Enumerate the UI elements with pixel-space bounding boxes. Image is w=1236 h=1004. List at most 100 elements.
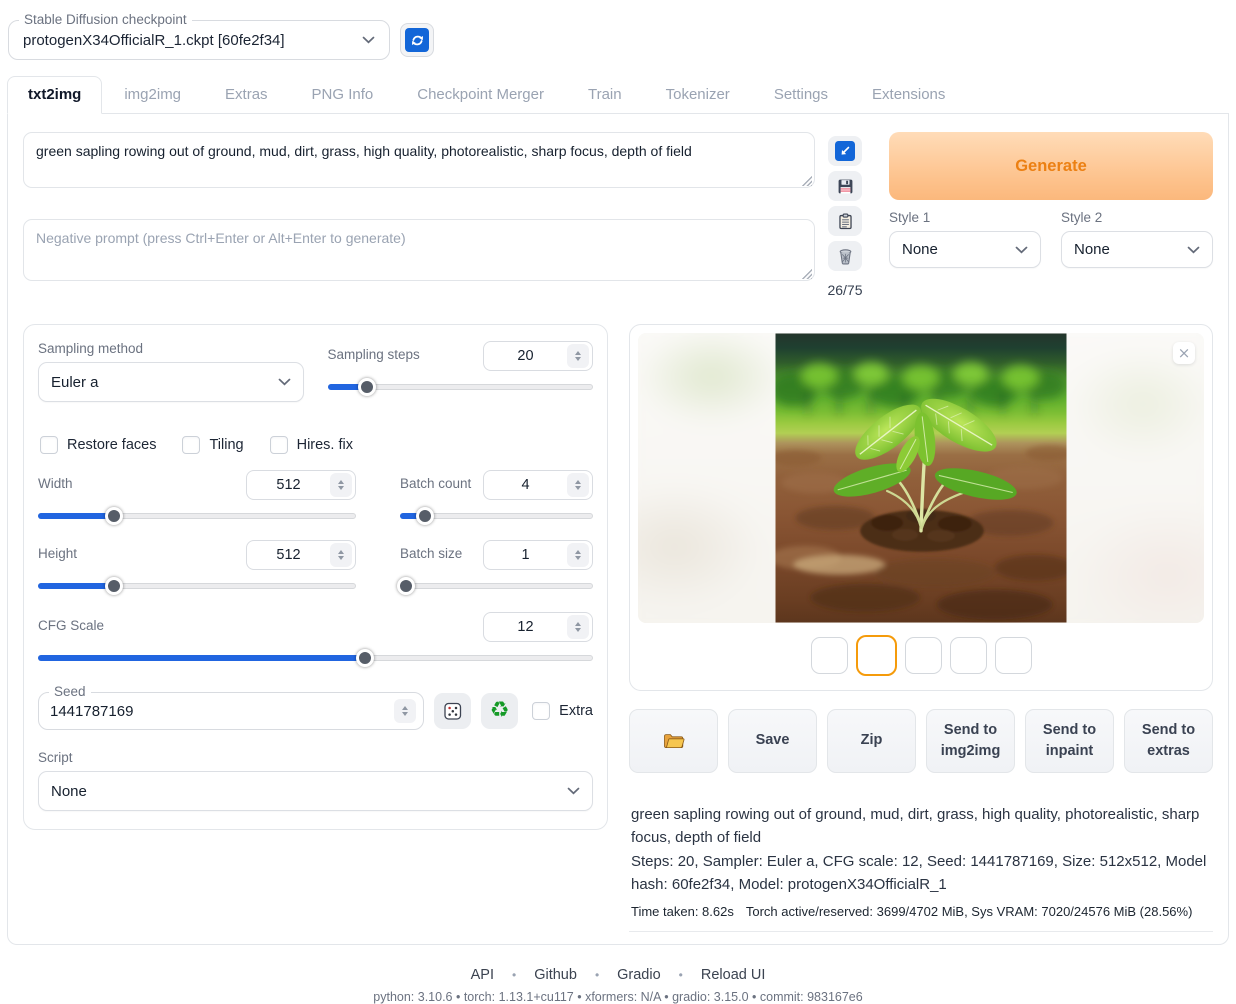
width-input[interactable]	[246, 470, 356, 500]
height-input[interactable]	[246, 540, 356, 570]
refresh-checkpoint-button[interactable]	[400, 23, 434, 57]
width-slider[interactable]	[38, 506, 356, 526]
tab-extensions[interactable]: Extensions	[850, 77, 967, 113]
batch-count-slider[interactable]	[400, 506, 593, 526]
version-info: python: 3.10.6 • torch: 1.13.1+cu117 • x…	[7, 990, 1229, 1004]
script-label: Script	[38, 750, 593, 765]
cfg-scale-input[interactable]	[483, 612, 593, 642]
folder-icon	[663, 732, 685, 750]
batch-size-slider[interactable]	[400, 576, 593, 596]
stepper-arrows[interactable]	[567, 543, 589, 567]
seed-field[interactable]: Seed	[38, 692, 424, 730]
tab-checkpoint-merger[interactable]: Checkpoint Merger	[395, 77, 566, 113]
script-field: Script None	[38, 750, 593, 811]
sampling-steps-input[interactable]	[483, 341, 593, 371]
sampling-steps-slider[interactable]	[328, 377, 594, 397]
time-taken-text: Time taken: 8.62s	[631, 904, 734, 919]
batch-count-value[interactable]	[484, 477, 567, 493]
width-value[interactable]	[247, 477, 330, 493]
main-tabbar: txt2img img2img Extras PNG Info Checkpoi…	[7, 76, 1229, 114]
sampling-method-dropdown[interactable]: Euler a	[38, 362, 304, 402]
style1-label: Style 1	[889, 210, 1041, 225]
save-button[interactable]: Save	[728, 709, 817, 773]
dice-icon	[443, 701, 463, 721]
restore-faces-checkbox[interactable]: Restore faces	[40, 436, 156, 454]
tab-settings[interactable]: Settings	[752, 77, 850, 113]
stepper-arrows[interactable]	[330, 473, 352, 497]
thumbnail-4[interactable]	[950, 637, 987, 674]
stepper-arrows[interactable]	[567, 473, 589, 497]
footer-link-gradio[interactable]: Gradio	[577, 967, 661, 983]
footer-link-api[interactable]: API	[471, 967, 494, 983]
footer-link-reload-ui[interactable]: Reload UI	[661, 967, 766, 983]
tiling-checkbox[interactable]: Tiling	[182, 436, 243, 454]
footer: API Github Gradio Reload UI python: 3.10…	[7, 967, 1229, 1004]
tab-txt2img[interactable]: txt2img	[7, 76, 102, 114]
stepper-arrows[interactable]	[567, 615, 589, 639]
script-dropdown[interactable]: None	[38, 771, 593, 811]
send-to-extras-button[interactable]: Send to extras	[1124, 709, 1213, 773]
tab-img2img[interactable]: img2img	[102, 77, 203, 113]
stepper-arrows[interactable]	[567, 344, 589, 368]
stepper-arrows[interactable]	[330, 543, 352, 567]
slider-handle[interactable]	[397, 577, 415, 595]
tab-train[interactable]: Train	[566, 77, 644, 113]
thumbnail-5[interactable]	[995, 637, 1032, 674]
close-image-button[interactable]: ×	[1173, 342, 1195, 364]
footer-link-github[interactable]: Github	[494, 967, 577, 983]
thumbnail-3[interactable]	[905, 637, 942, 674]
thumbnail-2-selected[interactable]	[856, 635, 897, 676]
batch-size-input[interactable]	[483, 540, 593, 570]
apply-style-button[interactable]	[828, 206, 862, 236]
slider-handle[interactable]	[416, 507, 434, 525]
generate-button[interactable]: Generate	[889, 132, 1213, 200]
checkbox-box[interactable]	[270, 436, 288, 454]
gallery-stage[interactable]: ×	[638, 333, 1204, 623]
style2-dropdown[interactable]: None	[1061, 231, 1213, 268]
chevron-down-icon	[278, 378, 291, 386]
tab-tokenizer[interactable]: Tokenizer	[644, 77, 752, 113]
height-label: Height	[38, 540, 77, 561]
vram-text: Torch active/reserved: 3699/4702 MiB, Sy…	[746, 904, 1193, 919]
arrow-down-left-icon	[835, 141, 855, 161]
slider-handle[interactable]	[105, 577, 123, 595]
style1-dropdown[interactable]: None	[889, 231, 1041, 268]
zip-button[interactable]: Zip	[827, 709, 916, 773]
script-value: None	[51, 783, 87, 800]
checkbox-box[interactable]	[532, 702, 550, 720]
batch-size-value[interactable]	[484, 547, 567, 563]
negative-prompt-input[interactable]	[23, 219, 815, 281]
generated-image[interactable]	[776, 333, 1067, 623]
seed-value[interactable]	[39, 703, 394, 720]
thumbnail-1[interactable]	[811, 637, 848, 674]
chevron-down-icon	[567, 787, 580, 795]
open-folder-button[interactable]	[629, 709, 718, 773]
send-to-img2img-button[interactable]: Send to img2img	[926, 709, 1015, 773]
cfg-scale-slider[interactable]	[38, 648, 593, 668]
tab-png-info[interactable]: PNG Info	[290, 77, 396, 113]
prompt-input[interactable]: green sapling rowing out of ground, mud,…	[23, 132, 815, 188]
height-slider[interactable]	[38, 576, 356, 596]
sampling-steps-label: Sampling steps	[328, 341, 420, 362]
height-value[interactable]	[247, 547, 330, 563]
checkbox-box[interactable]	[40, 436, 58, 454]
clear-prompt-button[interactable]	[828, 241, 862, 271]
tab-extras[interactable]: Extras	[203, 77, 290, 113]
random-seed-button[interactable]	[434, 693, 471, 729]
hires-fix-checkbox[interactable]: Hires. fix	[270, 436, 353, 454]
sampling-steps-value[interactable]	[484, 348, 567, 364]
checkpoint-dropdown[interactable]: Stable Diffusion checkpoint protogenX34O…	[8, 20, 390, 60]
cfg-scale-value[interactable]	[484, 619, 567, 635]
stepper-arrows[interactable]	[394, 699, 416, 723]
send-to-inpaint-button[interactable]: Send to inpaint	[1025, 709, 1114, 773]
checkbox-box[interactable]	[182, 436, 200, 454]
save-style-button[interactable]	[828, 171, 862, 201]
slider-handle[interactable]	[356, 649, 374, 667]
extra-seed-checkbox[interactable]: Extra	[532, 702, 593, 720]
reuse-seed-button[interactable]: ♻	[481, 693, 518, 729]
paste-generation-params-button[interactable]	[828, 136, 862, 166]
slider-handle[interactable]	[358, 378, 376, 396]
slider-handle[interactable]	[105, 507, 123, 525]
style2-value: None	[1074, 241, 1110, 258]
batch-count-input[interactable]	[483, 470, 593, 500]
